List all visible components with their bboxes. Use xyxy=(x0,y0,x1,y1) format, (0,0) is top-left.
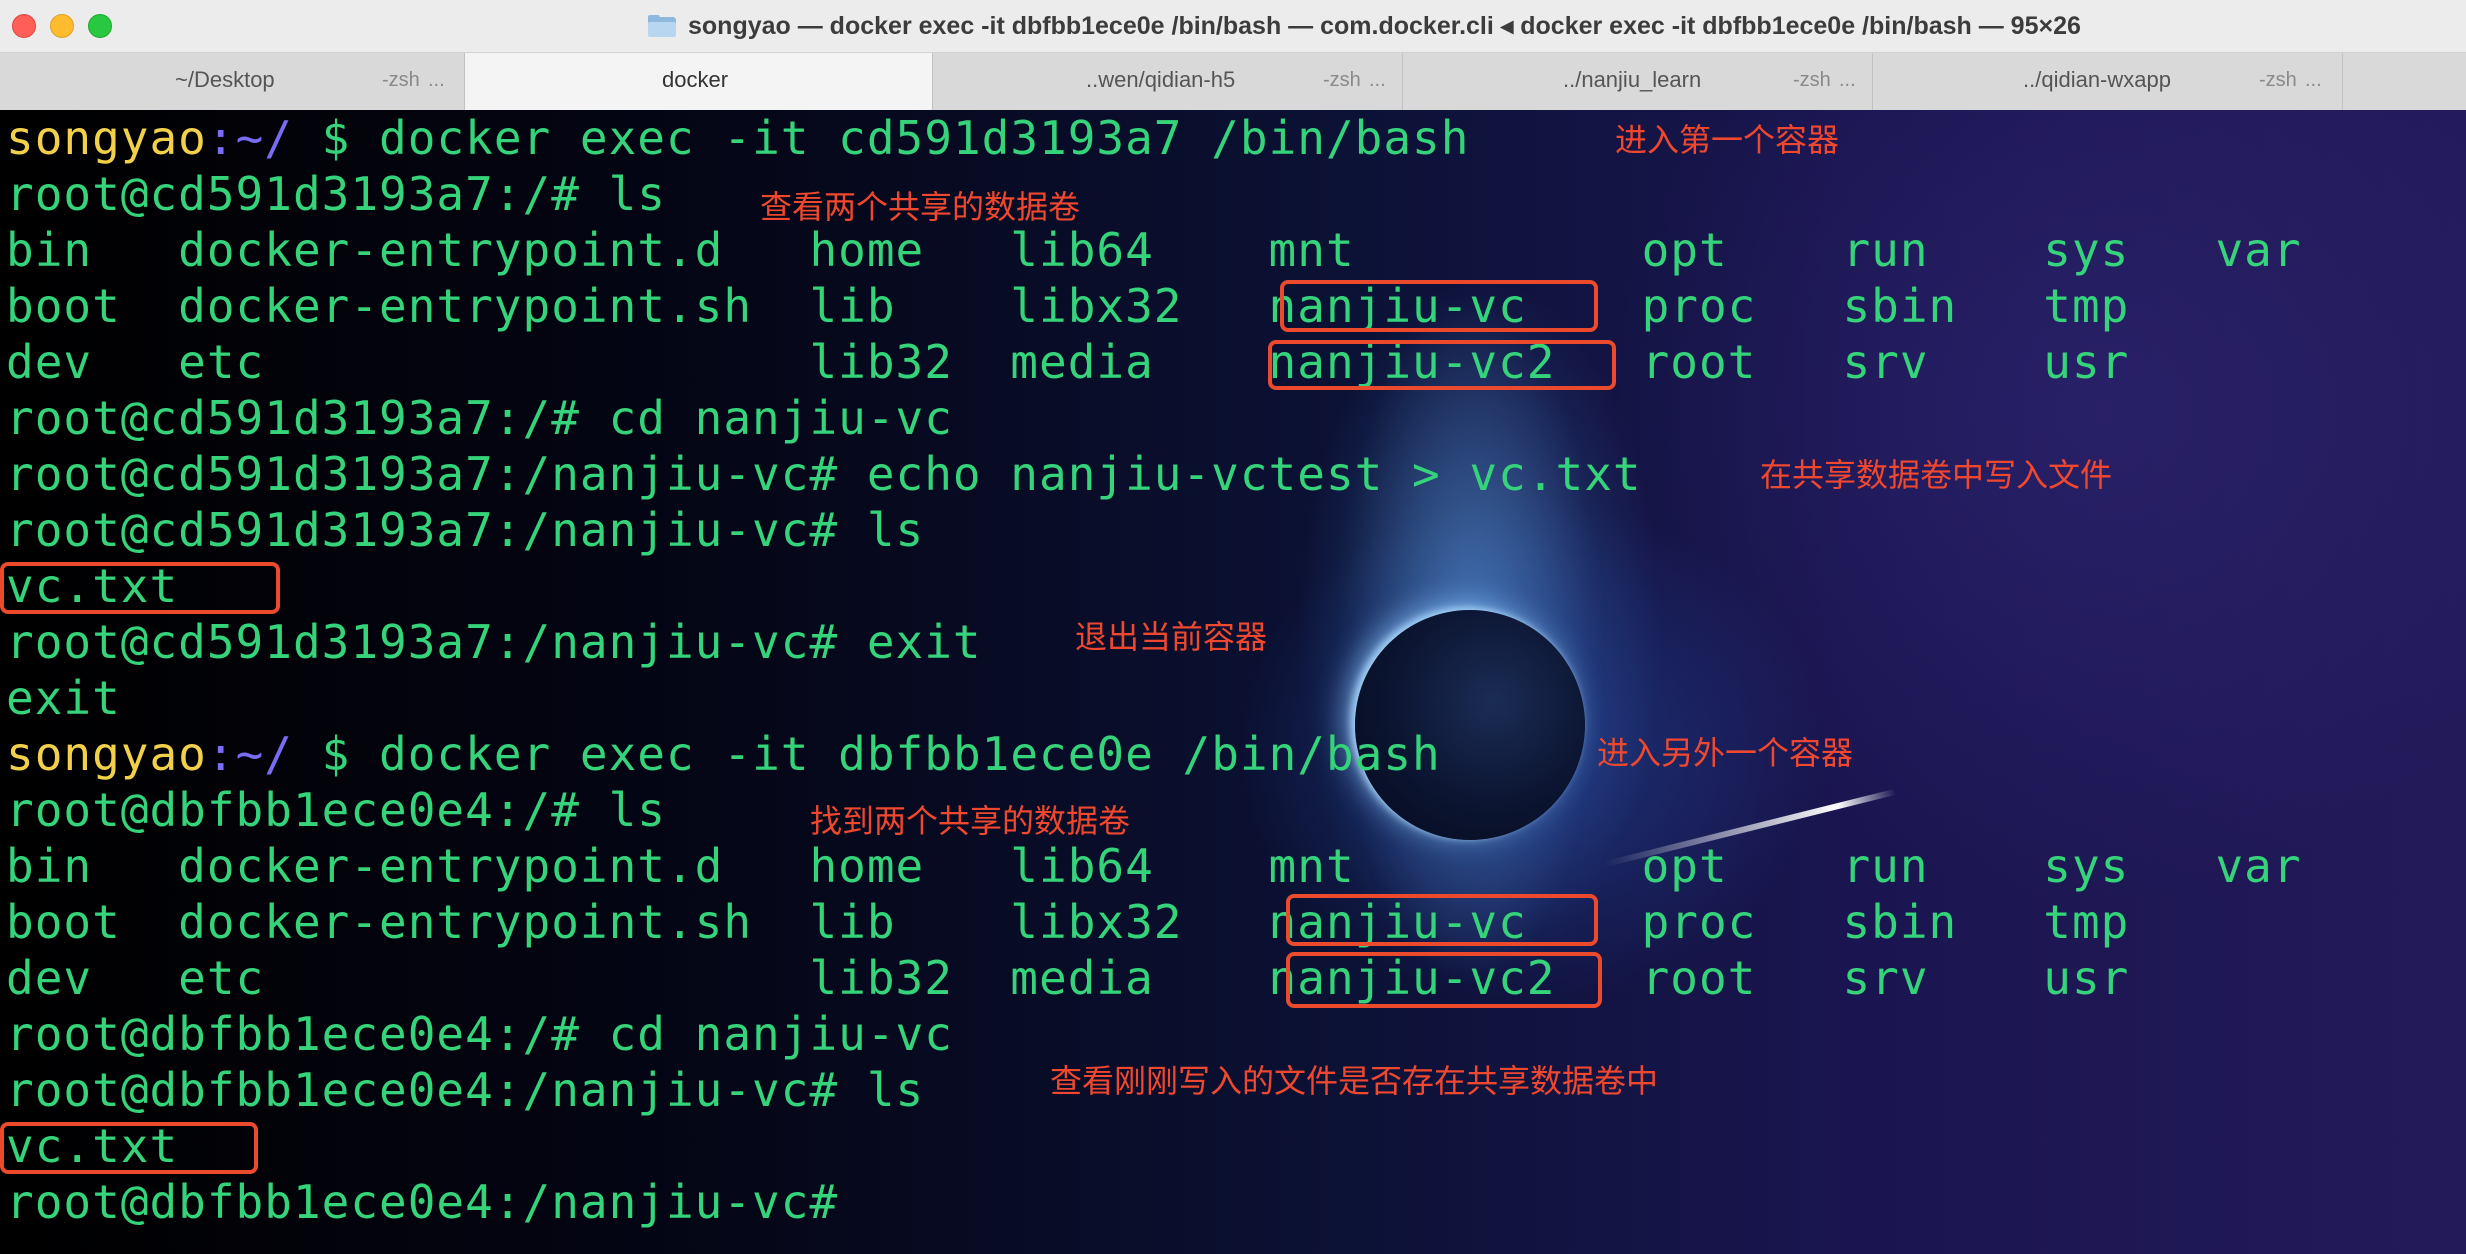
tab-bar: ~/Desktop -zsh ... docker ..wen/qidian-h… xyxy=(0,53,2466,111)
tab-title: ~/Desktop xyxy=(175,67,275,92)
tab-subtitle: -zsh xyxy=(382,69,420,91)
annotation-label: 在共享数据卷中写入文件 xyxy=(1760,456,2113,494)
annotation-label: 查看刚刚写入的文件是否存在共享数据卷中 xyxy=(1050,1062,1659,1100)
tab-nanjiu-learn[interactable]: ../nanjiu_learn -zsh ... xyxy=(1403,53,1873,110)
terminal-line: boot docker-entrypoint.sh lib libx32 nan… xyxy=(6,279,2130,333)
prompt-user: songyao xyxy=(6,111,207,165)
tab-subtitle: -zsh xyxy=(2259,69,2297,91)
highlight-box-nanjiu-vc2 xyxy=(1268,340,1616,390)
terminal-line: dev etc lib32 media nanjiu-vc2 root srv … xyxy=(6,335,2130,389)
window-title-group: songyao — docker exec -it dbfbb1ece0e /b… xyxy=(648,0,2081,52)
tab-more-indicator: ... xyxy=(1369,69,1386,91)
prompt-path: :~/ xyxy=(206,111,293,165)
tab-more-indicator: ... xyxy=(2305,69,2322,91)
terminal-line: root@cd591d3193a7:/nanjiu-vc# exit xyxy=(6,615,982,669)
terminal-line: boot docker-entrypoint.sh lib libx32 nan… xyxy=(6,895,2130,949)
minimize-window-button[interactable] xyxy=(50,14,74,38)
folder-icon xyxy=(648,15,676,37)
tab-qidian-h5[interactable]: ..wen/qidian-h5 -zsh ... xyxy=(933,53,1403,110)
highlight-box-vc-txt xyxy=(0,562,280,614)
terminal-line: root@cd591d3193a7:/nanjiu-vc# echo nanji… xyxy=(6,447,1642,501)
background-planet xyxy=(1355,610,1585,840)
tab-subtitle: -zsh xyxy=(1793,69,1831,91)
tab-subtitle: -zsh xyxy=(1323,69,1361,91)
highlight-box-nanjiu-vc xyxy=(1286,894,1598,946)
highlight-box-nanjiu-vc2 xyxy=(1286,952,1602,1008)
tab-title: ..wen/qidian-h5 xyxy=(1086,67,1236,92)
tab-qidian-wxapp[interactable]: ../qidian-wxapp -zsh ... xyxy=(1873,53,2343,110)
annotation-label: 进入第一个容器 xyxy=(1615,121,1840,159)
prompt-user: songyao xyxy=(6,727,207,781)
tab-title: ../nanjiu_learn xyxy=(1563,67,1702,92)
tab-more-indicator: ... xyxy=(1839,69,1856,91)
terminal-line: dev etc lib32 media nanjiu-vc2 root srv … xyxy=(6,951,2130,1005)
terminal-line: root@dbfbb1ece0e4:/nanjiu-vc# xyxy=(6,1175,867,1229)
tab-desktop[interactable]: ~/Desktop -zsh ... xyxy=(0,53,465,110)
terminal-line: bin docker-entrypoint.d home lib64 mnt o… xyxy=(6,839,2302,893)
terminal-line: root@dbfbb1ece0e4:/# ls xyxy=(6,783,666,837)
annotation-label: 找到两个共享的数据卷 xyxy=(810,802,1131,840)
terminal-line: root@cd591d3193a7:/# ls xyxy=(6,167,666,221)
tab-docker[interactable]: docker xyxy=(465,53,933,110)
terminal-line: root@dbfbb1ece0e4:/nanjiu-vc# ls xyxy=(6,1063,925,1117)
prompt-path: :~/ xyxy=(206,727,293,781)
terminal-line: exit xyxy=(6,671,121,725)
terminal-view[interactable]: songyao:~/ $ docker exec -it cd591d3193a… xyxy=(0,110,2466,1254)
terminal-line: root@cd591d3193a7:/# cd nanjiu-vc xyxy=(6,391,953,445)
close-window-button[interactable] xyxy=(12,14,36,38)
terminal-line: songyao:~/ $ docker exec -it cd591d3193a… xyxy=(6,110,1469,166)
title-bar: songyao — docker exec -it dbfbb1ece0e /b… xyxy=(0,0,2466,53)
annotation-label: 进入另外一个容器 xyxy=(1597,734,1854,772)
terminal-line: root@cd591d3193a7:/nanjiu-vc# ls xyxy=(6,503,925,557)
tab-title: docker xyxy=(662,67,729,92)
highlight-box-nanjiu-vc xyxy=(1280,280,1598,332)
tab-more-indicator: ... xyxy=(428,69,445,91)
tab-title: ../qidian-wxapp xyxy=(2023,67,2171,92)
terminal-line: songyao:~/ $ docker exec -it dbfbb1ece0e… xyxy=(6,726,1441,782)
highlight-box-vc-txt xyxy=(0,1122,258,1174)
terminal-line: bin docker-entrypoint.d home lib64 mnt o… xyxy=(6,223,2302,277)
command-text: $ docker exec -it dbfbb1ece0e /bin/bash xyxy=(292,727,1441,781)
maximize-window-button[interactable] xyxy=(88,14,112,38)
annotation-label: 退出当前容器 xyxy=(1075,618,1268,656)
annotation-label: 查看两个共享的数据卷 xyxy=(760,188,1081,226)
terminal-line: root@dbfbb1ece0e4:/# cd nanjiu-vc xyxy=(6,1007,953,1061)
command-text: $ docker exec -it cd591d3193a7 /bin/bash xyxy=(292,111,1470,165)
window-title: songyao — docker exec -it dbfbb1ece0e /b… xyxy=(688,12,2081,40)
